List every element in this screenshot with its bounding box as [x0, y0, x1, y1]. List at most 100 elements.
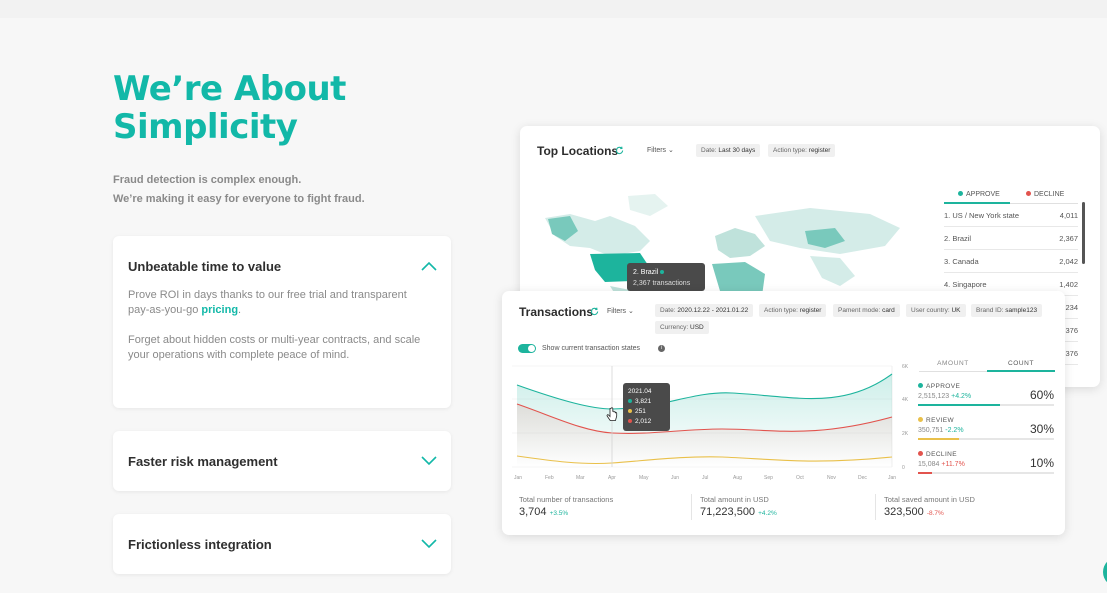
decline-dot [918, 451, 923, 456]
accordion-item-time-to-value[interactable]: Unbeatable time to value Prove ROI in da… [113, 236, 451, 408]
y-tick: 6K [902, 364, 909, 370]
x-tick: Jan [888, 475, 896, 481]
approve-dot [958, 191, 963, 196]
tab-amount[interactable]: AMOUNT [919, 360, 987, 367]
chevron-down-icon: ⌄ [668, 147, 674, 154]
tab-label: DECLINE [1034, 191, 1065, 198]
action-filter-tag[interactable]: Action type: register [759, 304, 827, 317]
stat-title: REVIEW [926, 417, 955, 424]
stat-bar-fill [918, 472, 932, 474]
subtitle-line-2: We’re making it easy for everyone to fig… [113, 193, 365, 205]
kpi-divider [691, 494, 692, 520]
user-country-tag[interactable]: User country: UK [906, 304, 966, 317]
tab-label: APPROVE [966, 191, 1000, 198]
tag-label: Action type: [773, 147, 807, 154]
subtitle-line-1: Fraud detection is complex enough. [113, 174, 302, 186]
hero-subtitle: Fraud detection is complex enough. We’re… [113, 171, 365, 209]
tag-value: register [808, 147, 831, 154]
tag-value: USD [690, 324, 704, 331]
x-tick: Dec [858, 475, 867, 481]
chat-widget-button[interactable] [1103, 557, 1107, 587]
action-filter-tag[interactable]: Action type: register [768, 144, 836, 157]
y-tick: 2K [902, 431, 909, 437]
stat-percent: 60% [1030, 388, 1055, 402]
tag-label: Currency: [660, 324, 689, 331]
tooltip-review: 251 [635, 408, 646, 415]
active-tab-underline [987, 370, 1055, 372]
location-value: 376 [1065, 349, 1078, 358]
kpi-value: 3,704 [519, 506, 547, 518]
approve-dot [660, 270, 665, 274]
pricing-link[interactable]: pricing [201, 304, 238, 316]
tag-value: register [799, 307, 822, 314]
location-name: 1. US / New York state [944, 211, 1020, 220]
date-filter-tag[interactable]: Date: Last 30 days [696, 144, 761, 157]
date-filter-tag[interactable]: Date: 2020.12.22 - 2021.01.22 [655, 304, 754, 317]
tooltip-approve: 3,821 [635, 398, 652, 405]
tooltip-decline: 2,012 [635, 418, 652, 425]
tag-value: sample123 [1005, 307, 1038, 314]
chevron-down-icon[interactable] [421, 456, 437, 466]
kpi-delta: +4.2% [758, 510, 777, 517]
transactions-title: Transactions [519, 305, 594, 319]
kpi-label: Total number of transactions [519, 495, 614, 504]
x-axis-labels: Jan Feb Mar Apr May Jun Jul Aug Sep Oct … [514, 475, 896, 481]
tooltip-title: 2. Brazil [633, 269, 659, 276]
chevron-down-icon[interactable] [421, 539, 437, 549]
x-tick: Feb [545, 475, 554, 481]
accordion-item-risk-management[interactable]: Faster risk management [113, 431, 451, 491]
x-tick: Mar [576, 475, 585, 481]
transaction-states-toggle[interactable] [518, 344, 536, 353]
accordion-title: Frictionless integration [128, 537, 272, 552]
tab-approve[interactable]: APPROVE [958, 191, 1000, 198]
refresh-icon[interactable] [590, 307, 599, 316]
kpi-value: 323,500 [884, 506, 924, 518]
stat-bar-fill [918, 438, 959, 440]
tag-label: Pament mode: [838, 307, 881, 314]
x-tick: Jan [514, 475, 522, 481]
filters-dropdown[interactable]: Filters ⌄ [647, 146, 674, 154]
approve-dot [918, 383, 923, 388]
tab-divider [919, 371, 987, 372]
currency-tag[interactable]: Currency: USD [655, 321, 709, 334]
filters-label: Filters [647, 147, 667, 154]
info-icon[interactable]: i [658, 345, 665, 352]
location-name: 4. Singapore [944, 280, 987, 289]
tag-label: Brand ID: [976, 307, 1004, 314]
kpi-label: Total amount in USD [700, 495, 769, 504]
accordion-item-integration[interactable]: Frictionless integration [113, 514, 451, 574]
toggle-label: Show current transaction states [542, 345, 641, 352]
tab-count[interactable]: COUNT [987, 360, 1055, 367]
list-item[interactable]: 2. Brazil 2,367 [944, 227, 1078, 250]
list-item[interactable]: 1. US / New York state 4,011 [944, 204, 1078, 227]
location-value: 1,402 [1059, 280, 1078, 289]
payment-mode-tag[interactable]: Pament mode: card [833, 304, 900, 317]
list-item[interactable]: 3. Canada 2,042 [944, 250, 1078, 273]
tag-value: card [882, 307, 895, 314]
tab-decline[interactable]: DECLINE [1026, 191, 1064, 198]
chevron-up-icon[interactable] [421, 261, 437, 271]
stats-tabs: AMOUNT COUNT [919, 360, 1055, 374]
stat-value: 15,084 [918, 461, 940, 468]
x-tick: Aug [733, 475, 742, 481]
kpi-label: Total saved amount in USD [884, 495, 975, 504]
tag-label: Date: [660, 307, 676, 314]
location-name: 3. Canada [944, 257, 979, 266]
refresh-icon[interactable] [615, 146, 624, 155]
accordion-body-paragraph-1: Prove ROI in days thanks to our free tri… [128, 288, 431, 318]
page: We’re About Simplicity Fraud detection i… [0, 0, 1107, 593]
location-value: 2,367 [1059, 234, 1078, 243]
tag-value: Last 30 days [718, 147, 756, 154]
location-value: 2,042 [1059, 257, 1078, 266]
list-scrollbar[interactable] [1082, 202, 1085, 264]
stat-title: DECLINE [926, 451, 957, 458]
filters-dropdown[interactable]: Filters ⌄ [607, 307, 634, 315]
stat-value: 350,751 [918, 427, 944, 434]
kpi-divider [875, 494, 876, 520]
tag-label: User country: [911, 307, 950, 314]
brand-id-tag[interactable]: Brand ID: sample123 [971, 304, 1043, 317]
stat-title: APPROVE [926, 383, 961, 390]
map-tooltip: 2. Brazil 2,367 transactions [627, 263, 705, 291]
tag-label: Date: [701, 147, 717, 154]
decline-dot [628, 419, 632, 423]
